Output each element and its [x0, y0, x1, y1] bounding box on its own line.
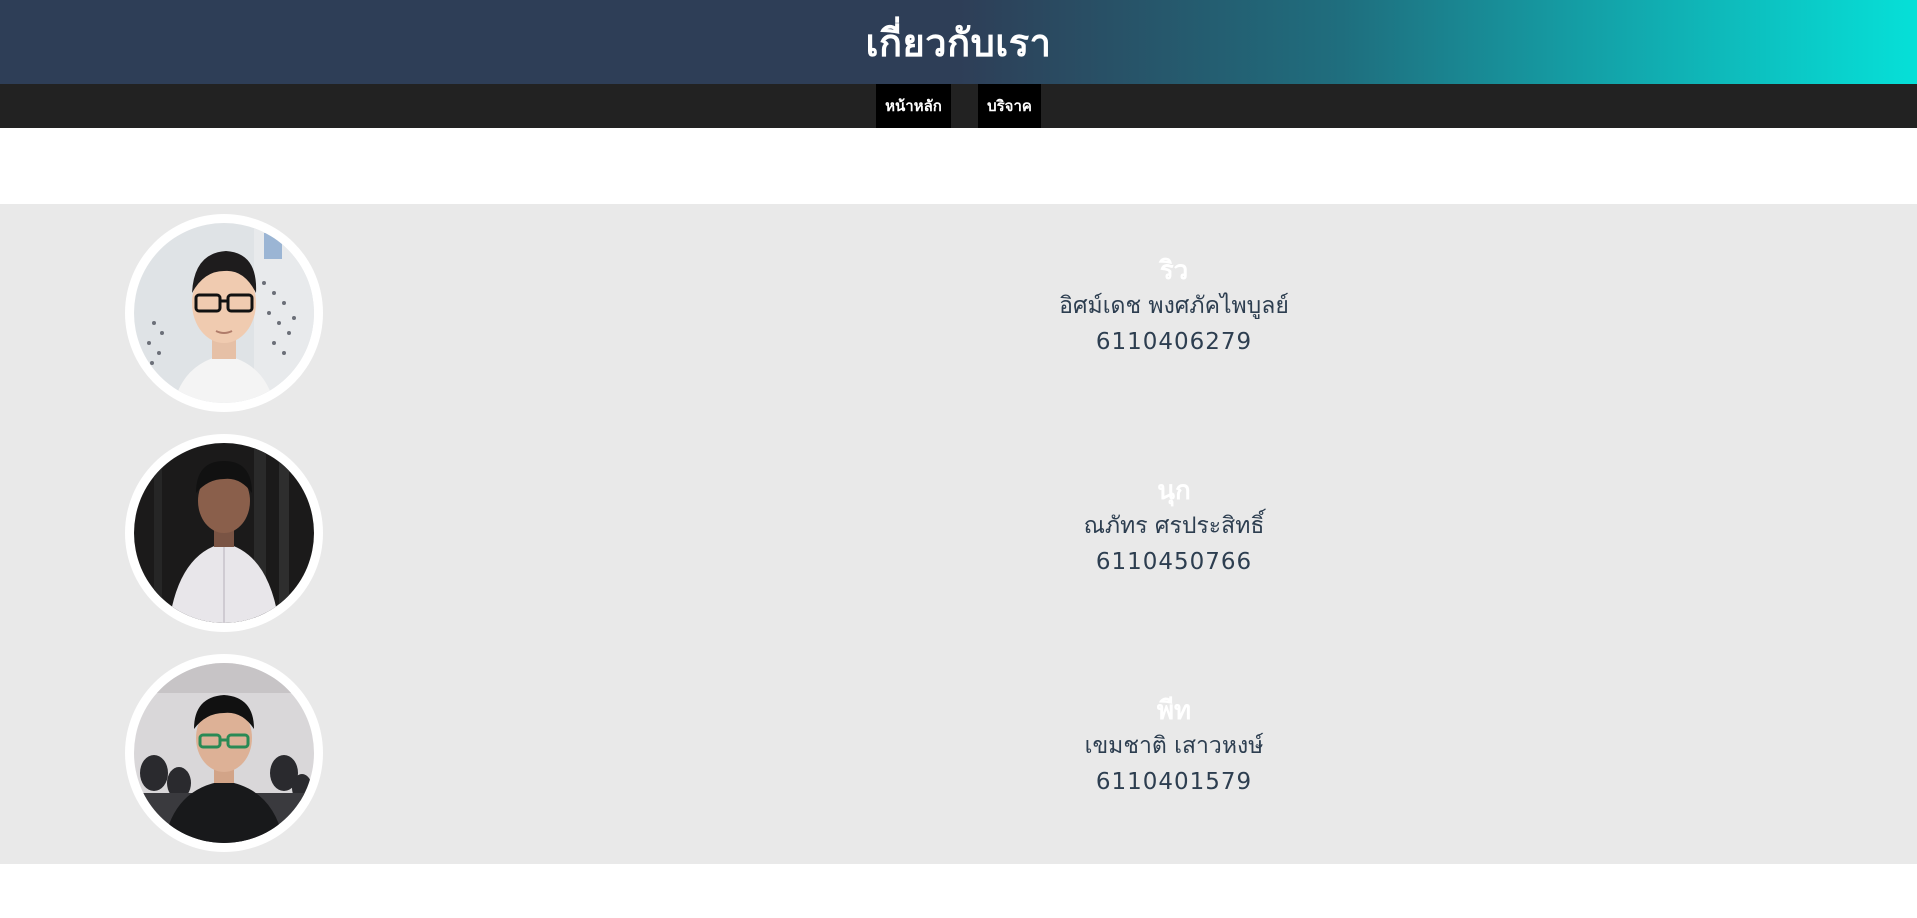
member-photo: [134, 663, 314, 843]
member-avatar: [125, 434, 323, 632]
member-full-name: อิศม์เดช พงศภัคไพบูลย์: [1059, 293, 1289, 319]
member-photo: [134, 223, 314, 403]
member-info: พีท เขมชาติ เสาวหงษ์ 6110401579: [900, 694, 1448, 800]
page-header: เกี่ยวกับเรา: [0, 0, 1917, 84]
member-avatar: [125, 654, 323, 852]
member-avatar: [125, 214, 323, 412]
member-nickname: พีท: [1156, 696, 1192, 726]
header-spacer: [0, 128, 1917, 204]
page-title: เกี่ยวกับเรา: [865, 20, 1052, 65]
member-nickname: ริว: [1159, 256, 1189, 286]
member-student-id: 6110406279: [1095, 329, 1253, 355]
member-student-id: 6110401579: [1095, 769, 1253, 795]
nav-donate-link[interactable]: บริจาค: [978, 84, 1041, 128]
member-photo: [134, 443, 314, 623]
members-section: ริว อิศม์เดช พงศภัคไพบูลย์ 6110406279 นุ…: [0, 204, 1917, 864]
navbar: หน้าหลัก บริจาค: [0, 84, 1917, 128]
member-full-name: เขมชาติ เสาวหงษ์: [1084, 733, 1264, 759]
member-full-name: ณภัทร ศรประสิทธิ์: [1083, 513, 1265, 539]
member-info: ริว อิศม์เดช พงศภัคไพบูลย์ 6110406279: [900, 254, 1448, 360]
member-card: ริว อิศม์เดช พงศภัคไพบูลย์ 6110406279: [0, 204, 1917, 424]
member-card: พีท เขมชาติ เสาวหงษ์ 6110401579: [0, 644, 1917, 864]
member-info: นุก ณภัทร ศรประสิทธิ์ 6110450766: [900, 474, 1448, 580]
member-student-id: 6110450766: [1095, 549, 1253, 575]
nav-home-link[interactable]: หน้าหลัก: [876, 84, 951, 128]
member-nickname: นุก: [1157, 476, 1191, 506]
member-card: นุก ณภัทร ศรประสิทธิ์ 6110450766: [0, 424, 1917, 644]
